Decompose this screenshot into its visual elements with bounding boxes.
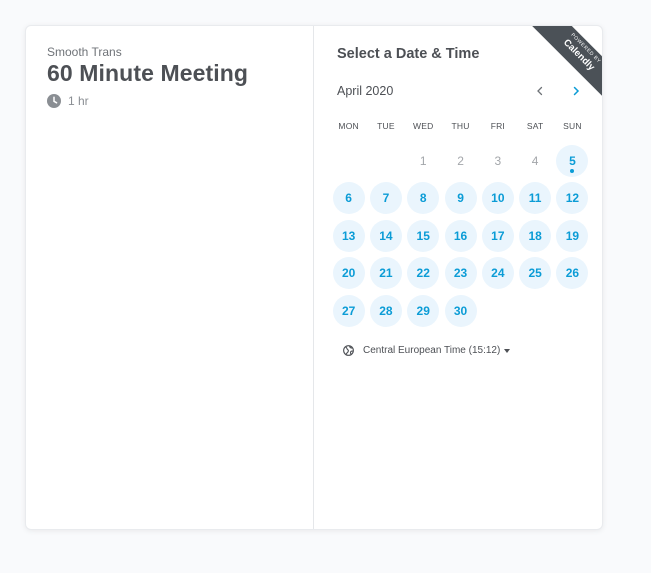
calendar-day-button[interactable]: 27 bbox=[332, 294, 365, 327]
timezone-label: Central European Time (15:12) bbox=[363, 345, 501, 356]
calendar-day-button[interactable]: 22 bbox=[407, 257, 440, 290]
calendar-day-button[interactable]: 5 bbox=[556, 144, 589, 177]
calendar-day-button[interactable]: 13 bbox=[332, 219, 365, 252]
calendar-cell: 3 bbox=[479, 142, 516, 180]
calendar-cell: 9 bbox=[442, 180, 479, 218]
calendar-cell: 10 bbox=[479, 180, 516, 218]
calendar-cell: 26 bbox=[554, 255, 591, 293]
calendar-cell: 24 bbox=[479, 255, 516, 293]
calendar-day-button[interactable]: 21 bbox=[369, 257, 402, 290]
month-label: April 2020 bbox=[337, 84, 394, 98]
calendar-cell: 28 bbox=[367, 292, 404, 330]
globe-icon bbox=[343, 345, 354, 356]
calendar-day-button[interactable]: 30 bbox=[444, 294, 477, 327]
calendar-cell: 23 bbox=[442, 255, 479, 293]
calendar-cell bbox=[330, 142, 367, 180]
weekday-header: MON TUE WED THU FRI SAT SUN bbox=[330, 116, 594, 136]
calendar-day-button[interactable]: 25 bbox=[519, 257, 552, 290]
event-title: 60 Minute Meeting bbox=[47, 60, 249, 86]
event-duration: 1 hr bbox=[47, 94, 89, 108]
calendar-cell: 15 bbox=[405, 217, 442, 255]
powered-by-ribbon[interactable]: POWERED BY Calendly bbox=[526, 26, 602, 102]
calendar-cell: 14 bbox=[367, 217, 404, 255]
calendar-day-button[interactable]: 19 bbox=[556, 219, 589, 252]
calendar-day-button[interactable]: 23 bbox=[444, 257, 477, 290]
calendar-day-button[interactable]: 29 bbox=[407, 294, 440, 327]
calendar-cell: 12 bbox=[554, 180, 591, 218]
calendar-cell: 25 bbox=[516, 255, 553, 293]
calendar-cell: 1 bbox=[405, 142, 442, 180]
weekday-label: TUE bbox=[377, 121, 395, 131]
calendar-cell: 7 bbox=[367, 180, 404, 218]
calendar-day-button[interactable]: 17 bbox=[481, 219, 514, 252]
calendar-cell: 18 bbox=[516, 217, 553, 255]
calendar-cell: 30 bbox=[442, 292, 479, 330]
calendar-day-button[interactable]: 24 bbox=[481, 257, 514, 290]
calendar-cell: 22 bbox=[405, 255, 442, 293]
event-details-panel: Smooth Trans 60 Minute Meeting 1 hr bbox=[26, 26, 314, 529]
date-picker-panel: Select a Date & Time April 2020 MON TUE … bbox=[314, 26, 602, 529]
calendly-brand: Calendly bbox=[561, 37, 597, 73]
calendar-day-button[interactable]: 9 bbox=[444, 182, 477, 215]
calendar-day: 2 bbox=[457, 153, 464, 168]
scheduling-card: Smooth Trans 60 Minute Meeting 1 hr Sele… bbox=[25, 25, 603, 530]
calendar-day-button[interactable]: 10 bbox=[481, 182, 514, 215]
organizer-name: Smooth Trans bbox=[47, 45, 122, 59]
calendar-grid: MON TUE WED THU FRI SAT SUN 1 2 3 4 5 6 7 8 9 10 1… bbox=[330, 116, 594, 330]
weekday-label: THU bbox=[451, 121, 470, 131]
calendar-cell: 16 bbox=[442, 217, 479, 255]
calendar-cell: 8 bbox=[405, 180, 442, 218]
calendar-day-button[interactable]: 7 bbox=[369, 182, 402, 215]
calendar-day-button[interactable]: 14 bbox=[369, 219, 402, 252]
calendar-day-button[interactable]: 18 bbox=[519, 219, 552, 252]
calendar-day-button[interactable]: 16 bbox=[444, 219, 477, 252]
calendar-cell: 5 bbox=[554, 142, 591, 180]
duration-label: 1 hr bbox=[68, 94, 89, 108]
calendar-day-button[interactable]: 26 bbox=[556, 257, 589, 290]
weekday-label: MON bbox=[338, 121, 359, 131]
calendar-cell bbox=[367, 142, 404, 180]
caret-down-icon bbox=[504, 348, 511, 353]
calendar-cell: 19 bbox=[554, 217, 591, 255]
calendar-cell: 29 bbox=[405, 292, 442, 330]
weekday-label: SAT bbox=[526, 121, 544, 131]
powered-by-text: POWERED BY bbox=[569, 32, 602, 65]
calendar-day-button[interactable]: 6 bbox=[332, 182, 365, 215]
clock-icon bbox=[47, 94, 61, 108]
timezone-selector[interactable]: Central European Time (15:12) bbox=[343, 345, 511, 356]
calendar-cell: 21 bbox=[367, 255, 404, 293]
calendar-day-button[interactable]: 8 bbox=[407, 182, 440, 215]
calendar-day-button[interactable]: 11 bbox=[519, 182, 552, 215]
day-cells: 1 2 3 4 5 6 7 8 9 10 11 12 13 14 15 16 17 18 19 20 21 22 23 24 2… bbox=[330, 142, 594, 330]
calendar-cell: 6 bbox=[330, 180, 367, 218]
calendar-cell: 11 bbox=[516, 180, 553, 218]
weekday-label: WED bbox=[413, 121, 434, 131]
calendar-day-button[interactable]: 12 bbox=[556, 182, 589, 215]
calendar-day-button[interactable]: 28 bbox=[369, 294, 402, 327]
calendar-cell: 20 bbox=[330, 255, 367, 293]
calendar-cell: 4 bbox=[516, 142, 553, 180]
calendar-cell: 13 bbox=[330, 217, 367, 255]
calendar-day: 3 bbox=[494, 153, 502, 168]
calendar-day: 1 bbox=[419, 153, 427, 168]
calendar-cell: 27 bbox=[330, 292, 367, 330]
calendar-cell: 17 bbox=[479, 217, 516, 255]
calendar-cell: 2 bbox=[442, 142, 479, 180]
weekday-label: SUN bbox=[563, 121, 582, 131]
calendar-day: 4 bbox=[531, 153, 539, 168]
weekday-label: FRI bbox=[490, 121, 505, 131]
select-date-heading: Select a Date & Time bbox=[337, 46, 480, 62]
calendar-day-button[interactable]: 20 bbox=[332, 257, 365, 290]
calendar-day-button[interactable]: 15 bbox=[407, 219, 440, 252]
